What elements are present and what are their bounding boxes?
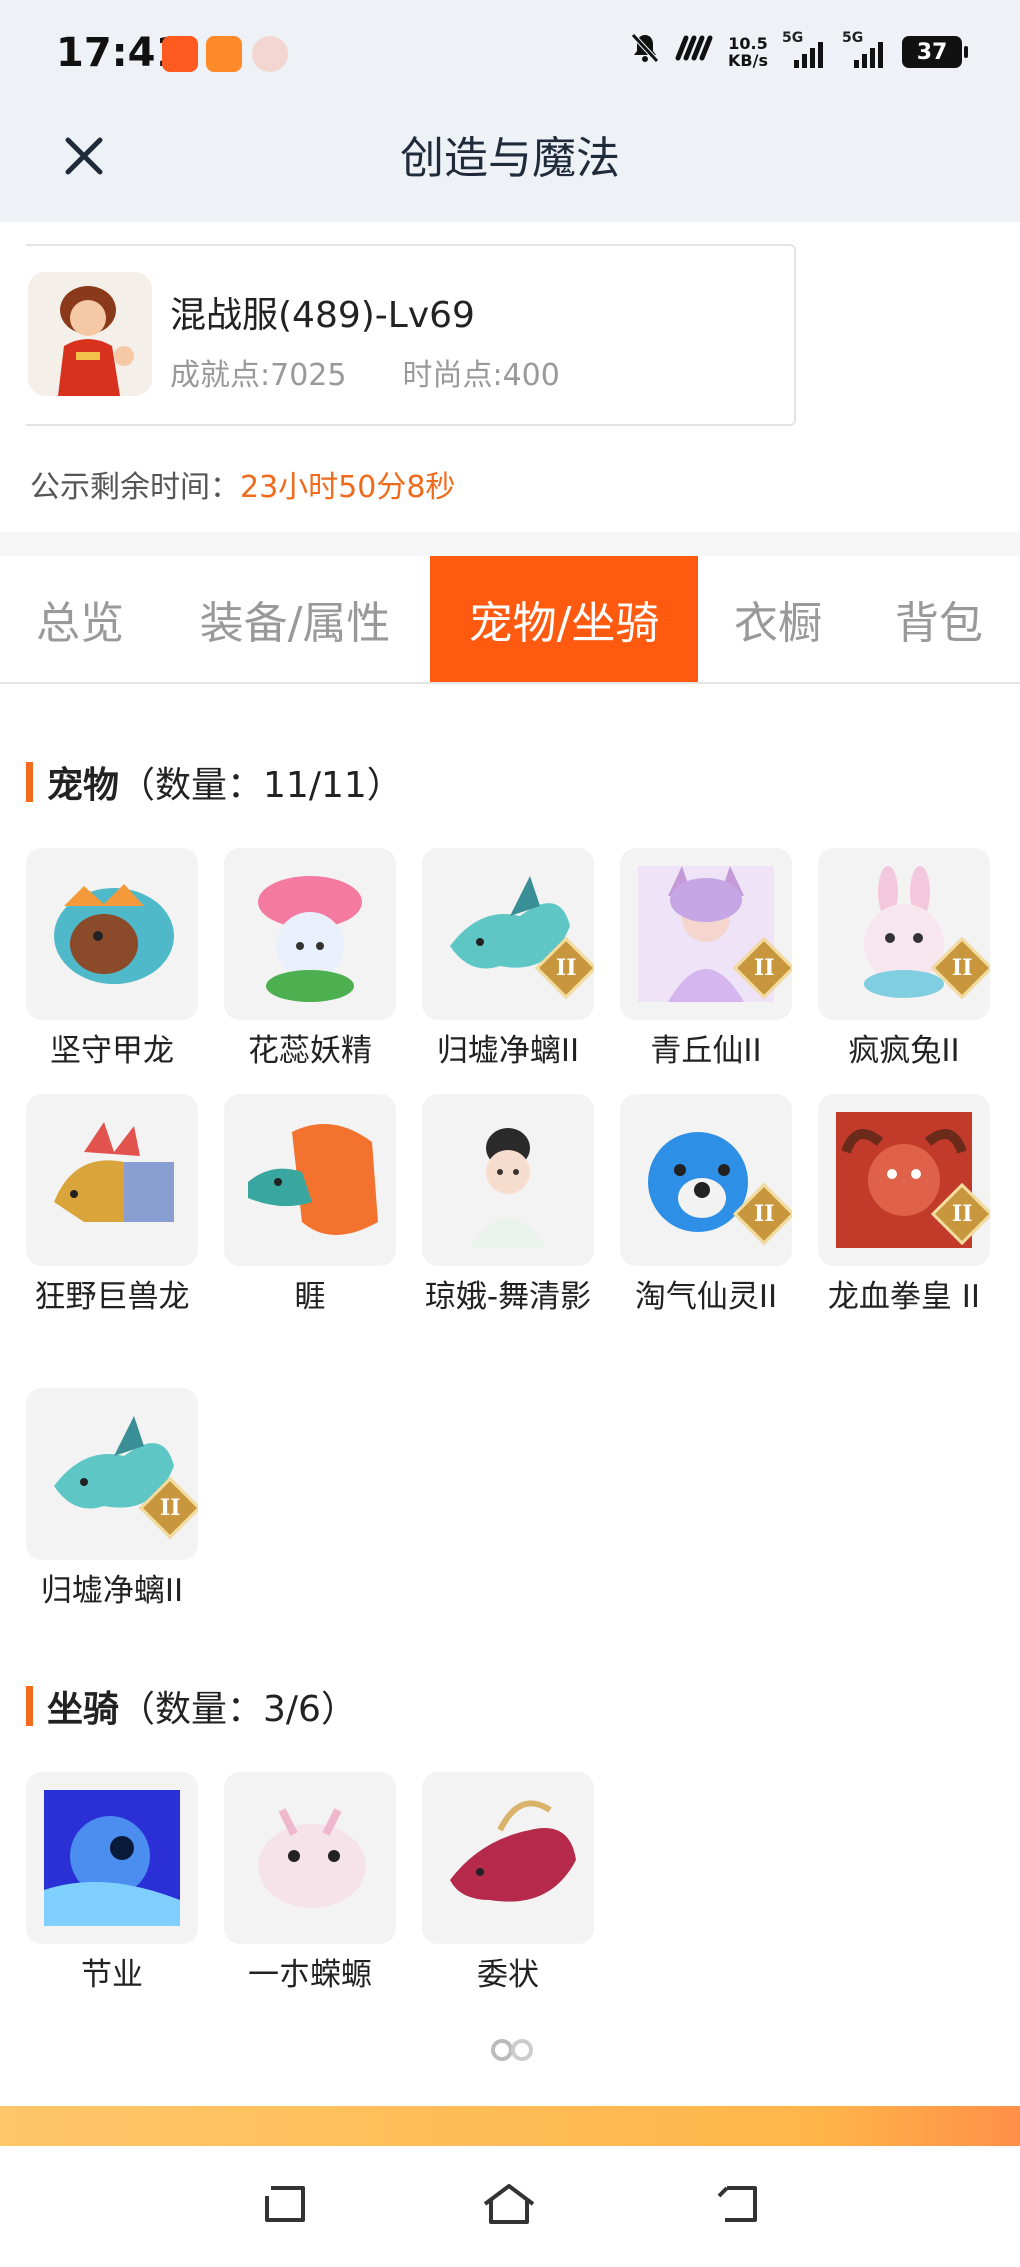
section-marker [26, 1686, 33, 1726]
mount-item[interactable]: 节业 [26, 1772, 198, 1998]
net-speed: 10.5 KB/s [728, 34, 768, 70]
page-title: 创造与魔法 [400, 133, 620, 184]
pet-item[interactable]: II 淘气仙灵II [620, 1094, 792, 1320]
pet-name: 坚守甲龙 [50, 1033, 174, 1069]
pet-name: 疯疯兔II [848, 1033, 960, 1069]
pet-item[interactable]: 睚 [224, 1094, 396, 1320]
tab-overview[interactable]: 总览 [0, 556, 160, 682]
pet-thumbnail [26, 848, 198, 1020]
mount-name: 节业 [81, 1957, 143, 1993]
mount-thumbnail [224, 1772, 396, 1944]
achievement-points: 成就点:7025 [170, 358, 347, 393]
status-indicators: 10.5 KB/s 5G 5G 37 [630, 30, 968, 74]
pet-item[interactable]: II 归墟净螭II [26, 1388, 198, 1614]
tab-pets-mounts[interactable]: 宠物/坐骑 [430, 556, 698, 682]
pet-name: 淘气仙灵II [634, 1279, 778, 1315]
pet-thumbnail: II [818, 1094, 990, 1266]
pet-item[interactable]: II 龙血拳皇 II [818, 1094, 990, 1320]
pet-item[interactable]: II 青丘仙II [620, 848, 792, 1074]
pet-item[interactable]: 花蕊妖精 [224, 848, 396, 1074]
avatar-app-icon [252, 36, 288, 72]
pet-item[interactable]: 琼娥-舞清影 [422, 1094, 594, 1320]
back-icon[interactable] [702, 2174, 772, 2234]
character-card[interactable]: 混战服(489)-Lv69 成就点:7025 时尚点:400 [26, 244, 796, 426]
pet-thumbnail [422, 1094, 594, 1266]
pet-thumbnail [224, 1094, 396, 1266]
section-marker [26, 762, 33, 802]
mute-bell-icon [630, 32, 660, 72]
nfc-icon [674, 34, 714, 70]
status-bar: 17:41 10.5 KB/s 5G 5G 37 [0, 0, 1020, 110]
pet-name: 归墟净螭II [40, 1573, 184, 1609]
fashion-points: 时尚点:400 [402, 358, 560, 393]
countdown-label: 公示剩余时间： [30, 470, 240, 505]
character-avatar [28, 272, 152, 396]
pet-item[interactable]: 坚守甲龙 [26, 848, 198, 1074]
pet-thumbnail: II [620, 1094, 792, 1266]
pet-name: 归墟净螭II [436, 1033, 580, 1069]
pet-name: 琼娥-舞清影 [424, 1279, 592, 1315]
pet-name: 狂野巨兽龙 [34, 1279, 190, 1315]
system-nav-bar [0, 2146, 1020, 2267]
mount-item[interactable]: 委状 [422, 1772, 594, 1998]
countdown-value: 23小时50分8秒 [240, 470, 456, 505]
pets-section-title: 宠物 （数量：11/11） [26, 756, 403, 808]
pet-thumbnail: II [26, 1388, 198, 1560]
character-name: 混战服(489)-Lv69 [170, 295, 475, 336]
pet-item[interactable]: II 疯疯兔II [818, 848, 990, 1074]
tab-equipment[interactable]: 装备/属性 [160, 556, 430, 682]
signal-icon-1: 5G [782, 30, 828, 68]
pet-item[interactable]: II 归墟净螭II [422, 848, 594, 1074]
kuaishou-app-icon [162, 36, 198, 72]
mount-thumbnail [422, 1772, 594, 1944]
mount-name: 委状 [477, 1957, 539, 1993]
home-icon[interactable] [474, 2174, 544, 2234]
video-app-icon [206, 36, 242, 72]
pet-thumbnail [224, 848, 396, 1020]
signal-icon-2: 5G [842, 30, 888, 68]
pet-name: 花蕊妖精 [248, 1033, 372, 1069]
mount-name: 一朩蝾螈 [248, 1957, 372, 1993]
countdown: 公示剩余时间：23小时50分8秒 [30, 462, 455, 506]
tab-bar: 总览 装备/属性 宠物/坐骑 衣橱 背包 [0, 556, 1020, 684]
loading-icon [488, 2036, 536, 2071]
mount-item[interactable]: 一朩蝾螈 [224, 1772, 396, 1998]
pet-thumbnail: II [818, 848, 990, 1020]
tab-backpack[interactable]: 背包 [858, 556, 1020, 682]
pet-thumbnail: II [620, 848, 792, 1020]
header: 创造与魔法 [0, 110, 1020, 222]
mounts-section-title: 坐骑 （数量：3/6） [26, 1680, 357, 1732]
promo-strip [0, 2106, 1020, 2146]
pet-thumbnail: II [422, 848, 594, 1020]
mount-thumbnail [26, 1772, 198, 1944]
recent-apps-icon[interactable] [250, 2174, 320, 2234]
battery-icon: 37 [902, 36, 968, 68]
character-stats: 成就点:7025 时尚点:400 [170, 350, 560, 394]
section-divider [0, 532, 1020, 556]
pet-thumbnail [26, 1094, 198, 1266]
pet-name: 睚 [294, 1279, 326, 1315]
pet-name: 青丘仙II [650, 1033, 762, 1069]
tab-wardrobe[interactable]: 衣橱 [698, 556, 858, 682]
pet-item[interactable]: 狂野巨兽龙 [26, 1094, 198, 1320]
pet-name: 龙血拳皇 II [827, 1279, 981, 1315]
